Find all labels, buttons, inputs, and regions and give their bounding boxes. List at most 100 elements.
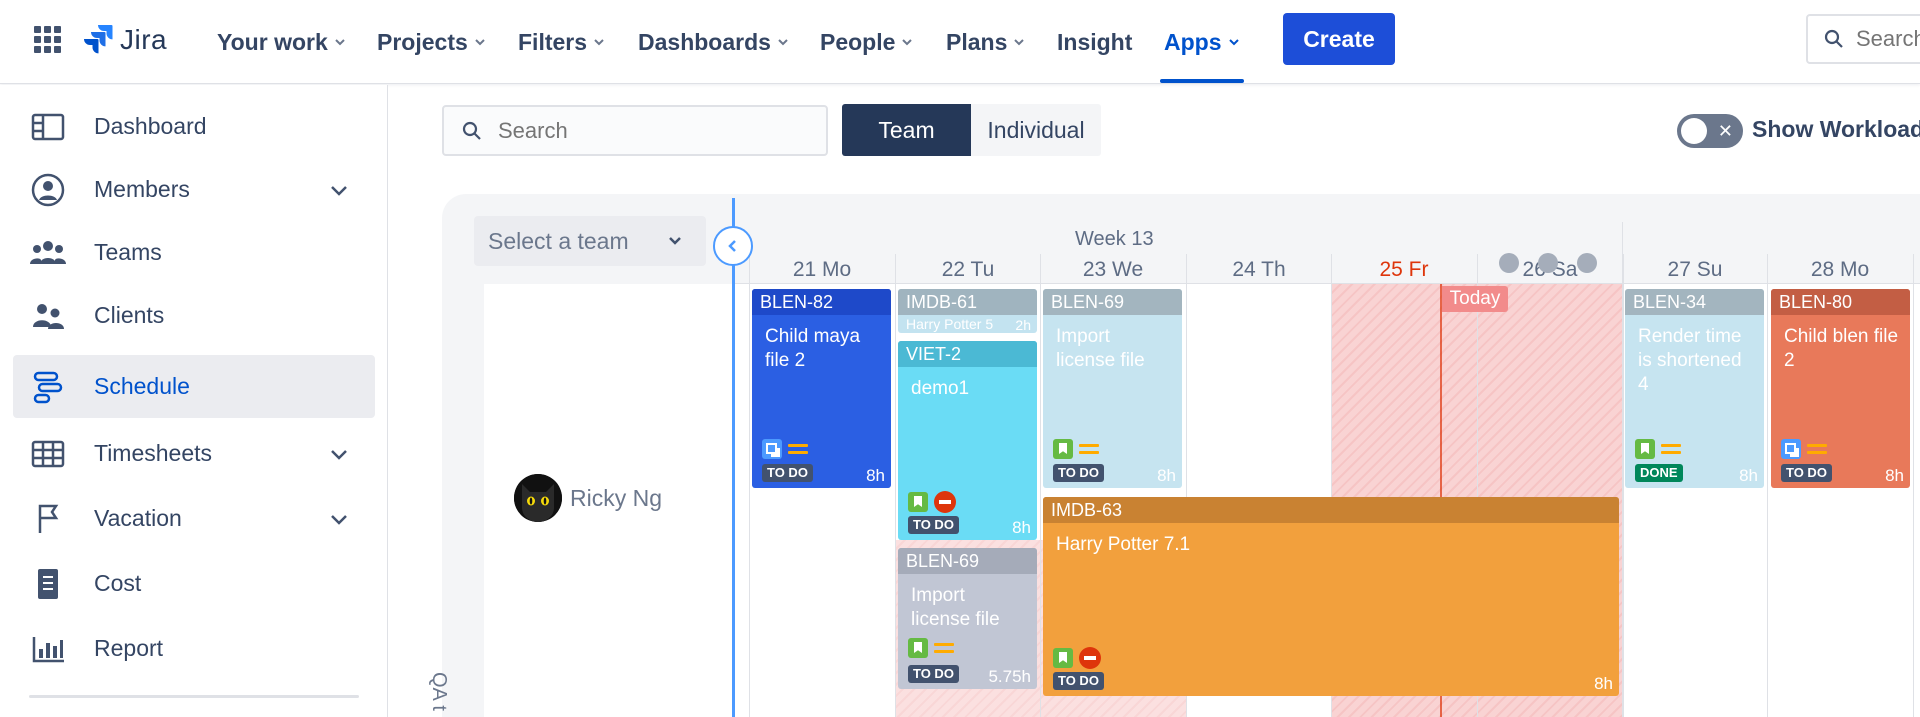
task-card[interactable]: BLEN-34 Render time is shortened 4 DONE … [1625,289,1764,488]
story-icon [1053,439,1073,459]
team-select-placeholder: Select a team [488,227,629,254]
task-hours: 2h [1015,317,1031,333]
nav-your-work[interactable]: Your work [217,24,346,60]
chevron-down-icon[interactable] [329,444,349,464]
sidebar: Dashboard Members Teams Clients Schedule… [0,85,388,717]
sidebar-item-cost[interactable]: Cost [13,552,375,615]
sidebar-item-members[interactable]: Members [13,158,375,221]
sidebar-item-label: Vacation [94,505,182,531]
chevron-down-icon[interactable] [329,180,349,200]
drag-dot [1499,253,1519,273]
day-column-line [1767,254,1768,717]
task-icons [762,439,808,459]
task-key: BLEN-82 [752,289,891,315]
create-button[interactable]: Create [1283,13,1395,65]
task-icons [1781,439,1827,459]
flag-icon [30,501,66,537]
person-name: Ricky Ng [570,484,663,511]
task-title: Harry Potter 7.1 [1056,534,1191,555]
task-card[interactable]: VIET-2 demo1 TO DO 8h [898,341,1037,540]
priority-medium-icon [788,442,808,456]
teams-icon [30,235,66,271]
nav-apps[interactable]: Apps [1164,24,1240,60]
jira-logo[interactable]: Jira [84,22,167,58]
view-individual-button[interactable]: Individual [971,104,1101,156]
status-badge: TO DO [1053,672,1104,690]
task-icons [908,491,956,513]
receipt-icon [30,566,66,602]
show-workload-toggle[interactable]: ✕ [1677,114,1743,148]
black-cat-avatar-icon [514,474,562,522]
global-search[interactable] [1806,14,1920,64]
close-icon: ✕ [1717,121,1733,141]
nav-plans[interactable]: Plans [946,24,1025,60]
nav-projects[interactable]: Projects [377,24,486,60]
day-label: 21 Mo [792,258,852,281]
nav-people[interactable]: People [820,24,913,60]
sidebar-item-dashboard[interactable]: Dashboard [13,95,375,158]
team-select-dropdown[interactable]: Select a team [474,216,706,266]
story-icon [908,638,928,658]
nav-filters[interactable]: Filters [518,24,605,60]
sidebar-item-label: Cost [94,570,142,596]
sidebar-item-teams[interactable]: Teams [13,221,375,284]
task-title: Child maya file 2 [765,326,861,371]
day-column-line [895,254,896,717]
day-label: 24 Th [1232,258,1286,281]
status-badge: TO DO [1053,464,1104,482]
app-switcher-icon[interactable] [34,26,62,54]
person-row[interactable]: Ricky Ng [514,474,662,522]
day-column-line [749,254,750,717]
global-search-input[interactable] [1856,26,1920,52]
collapse-divider[interactable] [732,198,735,717]
sidebar-item-label: Members [94,176,190,202]
task-card[interactable]: IMDB-63 Harry Potter 7.1 TO DO 8h [1043,497,1619,696]
task-hours: 8h [1885,466,1904,485]
clients-icon [30,298,66,334]
sidebar-item-label: Dashboard [94,113,207,139]
chevron-down-icon [669,237,681,245]
story-icon [1053,648,1073,668]
task-card[interactable]: BLEN-80 Child blen file 2 TO DO 8h [1771,289,1910,488]
group-label: QA t [428,672,450,711]
task-hours: 8h [1157,466,1176,485]
sidebar-item-report[interactable]: Report [13,617,375,680]
sidebar-divider [29,695,359,698]
blocker-icon [934,491,956,513]
task-title: Import license file [911,585,1000,630]
drag-dot [1538,253,1558,273]
nav-insight-label: Insight [1057,28,1133,55]
schedule-icon [30,369,66,405]
task-title: Child blen file 2 [1784,326,1899,371]
avatar [514,474,562,522]
sidebar-item-label: Report [94,635,164,661]
sidebar-item-label: Teams [94,239,162,265]
task-card[interactable]: BLEN-69 Import license file TO DO 5.75h [898,548,1037,689]
sidebar-item-vacation[interactable]: Vacation [13,487,375,550]
nav-projects-label: Projects [377,28,468,55]
sidebar-item-schedule[interactable]: Schedule [13,355,375,418]
sidebar-item-timesheets[interactable]: Timesheets [13,422,375,485]
week-divider [1622,222,1623,254]
chevron-down-icon[interactable] [329,509,349,529]
task-card[interactable]: IMDB-61 Harry Potter 5 2h [898,289,1037,333]
nav-dashboards-label: Dashboards [638,28,771,55]
day-label: 28 Mo [1810,258,1870,281]
chevron-down-icon [778,39,788,46]
task-card[interactable]: BLEN-82 Child maya file 2 TO DO 8h [752,289,891,488]
schedule-search-input[interactable] [498,117,798,144]
task-hours: 5.75h [988,667,1031,686]
nav-filters-label: Filters [518,28,588,55]
chevron-down-icon [335,39,345,46]
task-title: demo1 [911,378,970,399]
story-icon [908,492,928,512]
view-team-button[interactable]: Team [842,104,971,156]
sidebar-item-clients[interactable]: Clients [13,284,375,347]
task-card[interactable]: BLEN-69 Import license file TO DO 8h [1043,289,1182,488]
collapse-button[interactable] [713,226,753,266]
nav-insight[interactable]: Insight [1057,24,1132,60]
search-icon [462,121,481,140]
task-key: BLEN-69 [898,548,1037,574]
schedule-search[interactable] [442,105,828,156]
nav-dashboards[interactable]: Dashboards [638,24,789,60]
